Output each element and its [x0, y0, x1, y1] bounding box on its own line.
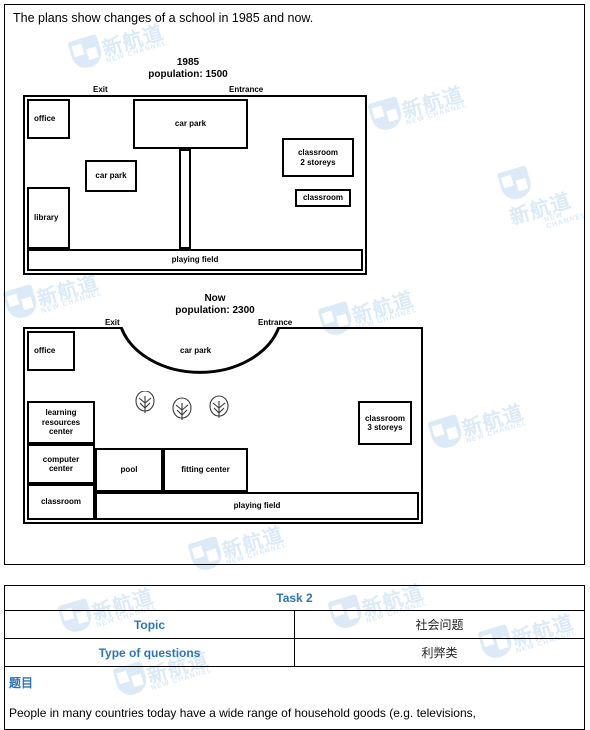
- plan-1985-room-playing-field: playing field: [27, 249, 363, 271]
- diagram-panel: The plans show changes of a school in 19…: [4, 4, 585, 565]
- task2-table: Task 2 Topic 社会问题 Type of questions 利弊类 …: [4, 585, 585, 730]
- room-label-line1: computer: [42, 454, 80, 464]
- plan-1985-year: 1985: [176, 57, 200, 68]
- room-label: car park: [95, 171, 127, 181]
- task1-prompt-text: The plans show changes of a school in 19…: [13, 11, 314, 25]
- plan-now-room-classroom-3storeys: classroom 3 storeys: [358, 401, 412, 445]
- type-key-cell: Type of questions: [4, 638, 295, 667]
- topic-key-cell: Topic: [4, 610, 295, 639]
- plan-now-entrance-label: Entrance: [258, 318, 293, 327]
- room-label-line1: learning: [45, 408, 77, 418]
- room-label-line3: center: [48, 427, 73, 437]
- task2-header-cell: Task 2: [4, 585, 585, 611]
- topic-value-cell: 社会问题: [294, 610, 585, 639]
- plan-now-population: population: 2300: [175, 305, 255, 316]
- table-row-type: Type of questions 利弊类: [4, 638, 585, 667]
- question-heading-cell: 题目: [4, 666, 585, 697]
- room-label: library: [34, 213, 59, 223]
- plan-1985-room-library: library: [27, 187, 70, 249]
- tree-icon-group: [135, 391, 229, 420]
- plan-now-car-park-arc: [119, 327, 281, 374]
- room-label: classroom: [40, 497, 82, 507]
- plan-1985-room-classroom-2storeys: classroom 2 storeys: [282, 138, 354, 177]
- plan-now-car-park-label: car park: [180, 346, 212, 355]
- room-label: playing field: [171, 255, 219, 265]
- plan-1985-room-classroom: classroom: [295, 189, 351, 207]
- room-label: fitting center: [181, 465, 230, 475]
- table-row-header: Task 2: [4, 585, 585, 611]
- plan-now-room-pool: pool: [95, 448, 163, 492]
- room-label: office: [34, 346, 56, 356]
- tree-icon: [135, 391, 155, 413]
- type-value-cell: 利弊类: [294, 638, 585, 667]
- plan-1985-room-car-park-main: car park: [133, 99, 248, 149]
- room-label-line1: classroom: [297, 148, 339, 157]
- room-label-line2: center: [48, 464, 73, 473]
- plan-1985-driveway: [179, 149, 191, 249]
- plan-now-room-learning-resources-center: learning resources center: [27, 401, 95, 444]
- room-label-line2: resources: [41, 417, 81, 427]
- question-text-cell: People in many countries today have a wi…: [4, 697, 585, 730]
- room-label-line2: 2 storeys: [300, 157, 336, 167]
- plan-1985-exit-label: Exit: [93, 85, 108, 94]
- table-row-question-heading: 题目: [4, 666, 585, 697]
- table-row-question-text: People in many countries today have a wi…: [4, 697, 585, 730]
- plan-1985-entrance-label: Entrance: [229, 85, 264, 94]
- plan-now-room-office: office: [27, 331, 75, 371]
- plan-now-room-fitting-center: fitting center: [163, 448, 248, 492]
- plan-1985-room-office: office: [27, 99, 70, 139]
- tree-icon: [172, 397, 192, 420]
- plan-now-title: Now population: 2300: [150, 293, 280, 317]
- plan-now-room-computer-center: computer center: [27, 444, 95, 484]
- plan-now-year: Now: [204, 293, 226, 304]
- room-label: car park: [174, 119, 207, 129]
- plan-1985-room-car-park-small: car park: [85, 160, 137, 192]
- tree-icon: [209, 395, 229, 418]
- plan-now-room-classroom: classroom: [27, 484, 95, 520]
- room-label-line2: 3 storeys: [367, 423, 403, 432]
- room-label: classroom: [302, 193, 344, 203]
- plan-now-room-playing-field: playing field: [95, 492, 419, 520]
- room-label: office: [34, 114, 56, 124]
- plan-1985-population: population: 1500: [148, 69, 228, 80]
- table-row-topic: Topic 社会问题: [4, 610, 585, 639]
- room-label: playing field: [233, 501, 281, 511]
- plan-1985-title: 1985 population: 1500: [123, 57, 253, 81]
- room-label: pool: [120, 465, 138, 475]
- room-label-line1: classroom: [364, 413, 406, 423]
- plan-now-exit-label: Exit: [105, 318, 120, 327]
